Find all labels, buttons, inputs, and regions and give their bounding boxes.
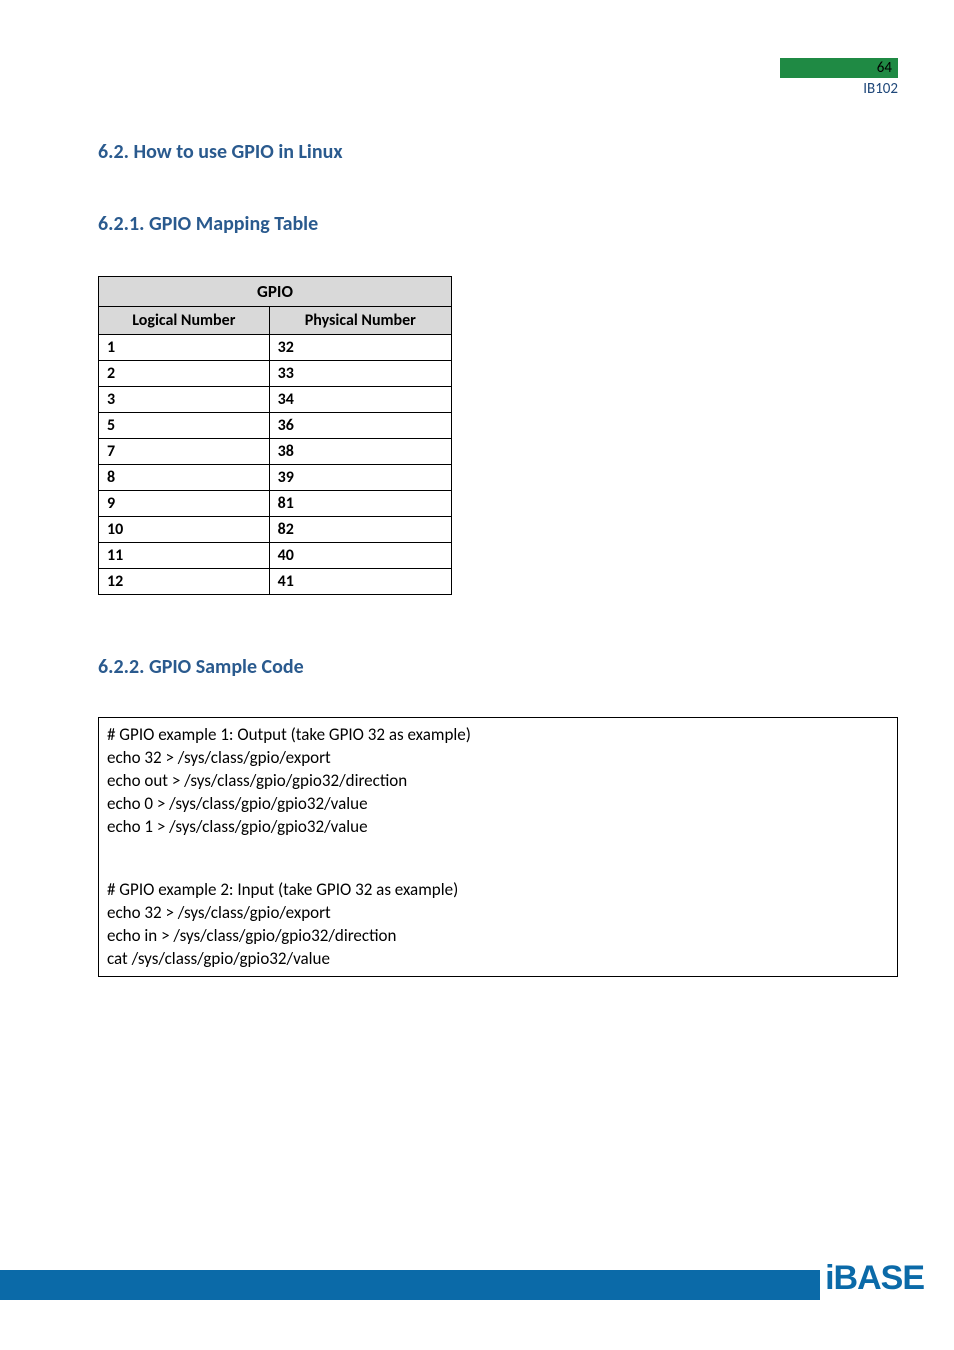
cell-physical: 40 — [269, 543, 451, 569]
cell-physical: 32 — [269, 335, 451, 361]
table-row: 1082 — [99, 517, 452, 543]
code-line: echo 32 > /sys/class/gpio/export — [107, 747, 889, 770]
cell-physical: 41 — [269, 569, 451, 595]
page-number: 64 — [877, 59, 892, 77]
gpio-mapping-table: GPIO Logical Number Physical Number 132 … — [98, 276, 452, 595]
table-row: 536 — [99, 413, 452, 439]
cell-logical: 5 — [99, 413, 270, 439]
table-row: 839 — [99, 465, 452, 491]
cell-physical: 82 — [269, 517, 451, 543]
table-row: 233 — [99, 361, 452, 387]
col-physical-header: Physical Number — [269, 307, 451, 335]
cell-logical: 1 — [99, 335, 270, 361]
table-title: GPIO — [99, 277, 452, 307]
document-id: IB102 — [863, 80, 898, 98]
table-title-row: GPIO — [99, 277, 452, 307]
cell-physical: 38 — [269, 439, 451, 465]
brand-logo: iBASE — [825, 1259, 924, 1298]
table-row: 334 — [99, 387, 452, 413]
cell-logical: 12 — [99, 569, 270, 595]
page-content: 6.2. How to use GPIO in Linux 6.2.1. GPI… — [98, 140, 898, 977]
cell-physical: 39 — [269, 465, 451, 491]
page-number-badge: 64 — [780, 58, 898, 78]
table-row: 1140 — [99, 543, 452, 569]
cell-physical: 34 — [269, 387, 451, 413]
footer-bar — [0, 1270, 820, 1300]
code-line: # GPIO example 2: Input (take GPIO 32 as… — [107, 879, 889, 902]
cell-logical: 8 — [99, 465, 270, 491]
cell-physical: 33 — [269, 361, 451, 387]
cell-physical: 81 — [269, 491, 451, 517]
table-row: 981 — [99, 491, 452, 517]
heading-6-2: 6.2. How to use GPIO in Linux — [98, 140, 898, 164]
code-line: cat /sys/class/gpio/gpio32/value — [107, 948, 889, 971]
table-row: 738 — [99, 439, 452, 465]
code-line: echo out > /sys/class/gpio/gpio32/direct… — [107, 770, 889, 793]
code-line: echo 32 > /sys/class/gpio/export — [107, 902, 889, 925]
code-line: echo 1 > /sys/class/gpio/gpio32/value — [107, 816, 889, 839]
code-sample-box: # GPIO example 1: Output (take GPIO 32 a… — [98, 717, 898, 977]
cell-logical: 11 — [99, 543, 270, 569]
code-line: # GPIO example 1: Output (take GPIO 32 a… — [107, 724, 889, 747]
cell-logical: 3 — [99, 387, 270, 413]
cell-logical: 10 — [99, 517, 270, 543]
cell-logical: 9 — [99, 491, 270, 517]
table-row: 132 — [99, 335, 452, 361]
table-row: 1241 — [99, 569, 452, 595]
code-line: echo in > /sys/class/gpio/gpio32/directi… — [107, 925, 889, 948]
cell-logical: 7 — [99, 439, 270, 465]
cell-physical: 36 — [269, 413, 451, 439]
table-header-row: Logical Number Physical Number — [99, 307, 452, 335]
col-logical-header: Logical Number — [99, 307, 270, 335]
heading-6-2-1: 6.2.1. GPIO Mapping Table — [98, 212, 898, 236]
code-line: echo 0 > /sys/class/gpio/gpio32/value — [107, 793, 889, 816]
cell-logical: 2 — [99, 361, 270, 387]
heading-6-2-2: 6.2.2. GPIO Sample Code — [98, 655, 898, 679]
code-spacer — [107, 839, 889, 879]
